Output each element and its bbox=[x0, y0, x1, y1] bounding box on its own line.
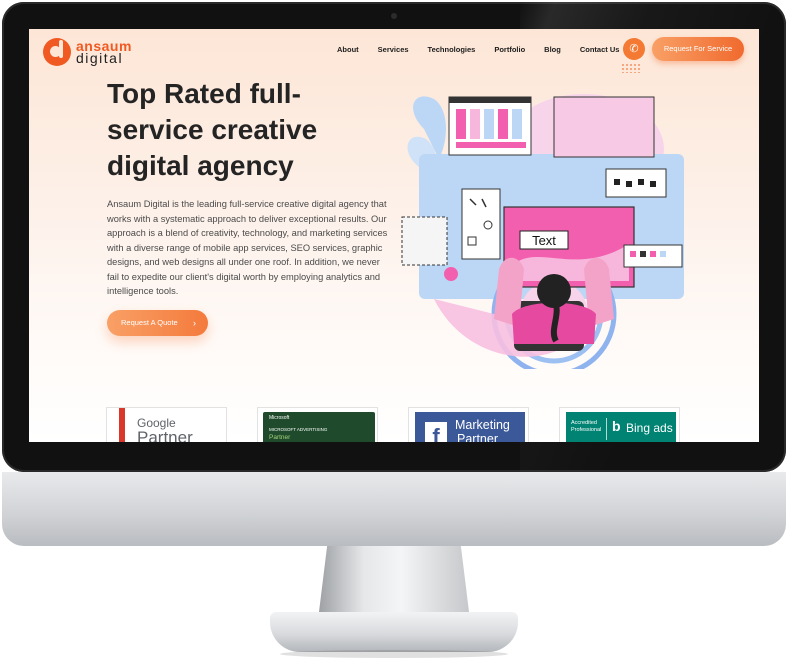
nav-item-technologies[interactable]: Technologies bbox=[428, 45, 476, 54]
google-partner-badge[interactable]: Google Partner bbox=[106, 407, 227, 442]
logo-icon bbox=[43, 38, 71, 66]
microsoft-badge-line3: Partner bbox=[269, 434, 291, 441]
partner-badges: Google Partner Microsoft MICROSOFT ADVER… bbox=[106, 407, 681, 442]
microsoft-badge-line1: Microsoft bbox=[269, 415, 290, 421]
facebook-badge-panel: f Marketing Partner bbox=[415, 412, 525, 442]
google-partner-line2: Partner bbox=[137, 428, 193, 442]
bing-badge-panel: Accredited Professional b Bing ads bbox=[566, 412, 676, 442]
monitor-stand-base bbox=[270, 612, 518, 652]
nav-item-blog[interactable]: Blog bbox=[544, 45, 561, 54]
bing-badge-line2: Bing ads bbox=[626, 421, 673, 435]
nav-item-portfolio[interactable]: Portfolio bbox=[494, 45, 525, 54]
facebook-badge-line1: Marketing bbox=[455, 418, 510, 432]
google-premier-ribbon bbox=[119, 408, 125, 442]
monitor-chin bbox=[2, 472, 786, 546]
phone-icon: ✆ bbox=[629, 43, 639, 55]
phone-button[interactable]: ✆ bbox=[623, 38, 645, 60]
microsoft-partner-badge[interactable]: Microsoft MICROSOFT ADVERTISING Partner bbox=[257, 407, 378, 442]
site-logo[interactable]: ansaum digital bbox=[43, 38, 132, 66]
facebook-badge-line2: Partner bbox=[457, 432, 498, 442]
monitor-stand-neck bbox=[318, 546, 470, 620]
illustration-text-label: Text bbox=[532, 233, 556, 248]
hero-title: Top Rated full-service creative digital … bbox=[107, 78, 318, 181]
hero-description: Ansaum Digital is the leading full-servi… bbox=[107, 199, 388, 296]
nav-item-services[interactable]: Services bbox=[378, 45, 409, 54]
request-quote-label: Request A Quote bbox=[121, 318, 178, 327]
bing-badge-line1: Accredited Professional bbox=[571, 420, 602, 433]
stand-shadow bbox=[280, 650, 508, 658]
chevron-right-icon: › bbox=[193, 318, 196, 328]
request-service-button[interactable]: Request For Service bbox=[652, 37, 744, 61]
facebook-partner-badge[interactable]: f Marketing Partner bbox=[408, 407, 529, 442]
hero-illustration: Text bbox=[401, 94, 684, 369]
request-quote-button[interactable]: Request A Quote › bbox=[107, 310, 208, 336]
webcam-icon bbox=[391, 13, 397, 19]
logo-text: ansaum digital bbox=[76, 39, 132, 65]
facebook-icon: f bbox=[425, 422, 447, 442]
microsoft-badge-panel: Microsoft MICROSOFT ADVERTISING Partner bbox=[263, 412, 375, 442]
bing-badge-divider bbox=[606, 418, 607, 440]
main-nav: About Services Technologies Portfolio Bl… bbox=[337, 45, 619, 54]
nav-item-about[interactable]: About bbox=[337, 45, 359, 54]
bing-ads-badge[interactable]: Accredited Professional b Bing ads bbox=[559, 407, 680, 442]
nav-item-contact-us[interactable]: Contact Us bbox=[580, 45, 620, 54]
bing-icon: b bbox=[612, 418, 621, 434]
microsoft-badge-line2: MICROSOFT ADVERTISING bbox=[269, 427, 328, 432]
website-screen: ansaum digital About Services Technologi… bbox=[29, 29, 759, 442]
